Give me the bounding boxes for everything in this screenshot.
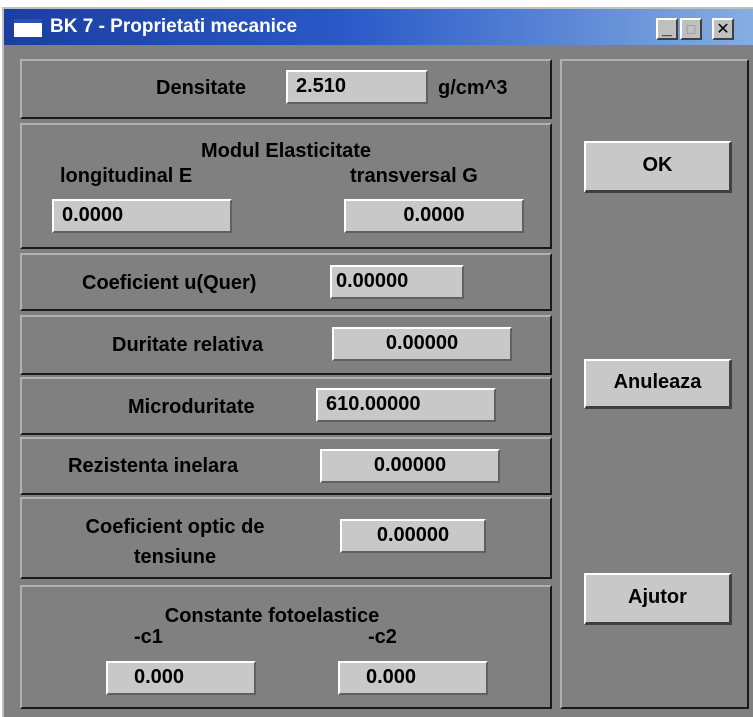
button-panel: OK Anuleaza Ajutor bbox=[560, 59, 749, 709]
minimize-button[interactable]: _ bbox=[656, 18, 678, 40]
elasticity-group: Modul Elasticitate longitudinal E transv… bbox=[20, 123, 552, 249]
ring-resistance-field[interactable]: 0.00000 bbox=[320, 449, 500, 483]
poisson-label: Coeficient u(Quer) bbox=[82, 272, 257, 294]
c1-label: -c1 bbox=[134, 626, 163, 648]
cancel-button[interactable]: Anuleaza bbox=[584, 359, 732, 409]
stress-optic-label-line2: tensiune bbox=[133, 546, 217, 568]
stress-optic-group: Coeficient optic de tensiune 0.00000 bbox=[20, 497, 552, 579]
microhardness-field[interactable]: 610.00000 bbox=[316, 388, 496, 422]
density-unit: g/cm^3 bbox=[438, 77, 508, 99]
relative-hardness-field[interactable]: 0.00000 bbox=[332, 327, 512, 361]
stress-optic-label-line1: Coeficient optic de bbox=[85, 516, 265, 538]
ring-resistance-label: Rezistenta inelara bbox=[68, 455, 239, 477]
window-icon bbox=[14, 19, 42, 37]
stress-optic-field[interactable]: 0.00000 bbox=[340, 519, 486, 553]
window-title: BK 7 - Proprietati mecanice bbox=[50, 16, 298, 37]
help-button[interactable]: Ajutor bbox=[584, 573, 732, 625]
transversal-label: transversal G bbox=[350, 165, 478, 187]
poisson-group: Coeficient u(Quer) 0.00000 bbox=[20, 253, 552, 311]
title-bar[interactable]: BK 7 - Proprietati mecanice _ □ ✕ bbox=[4, 9, 753, 45]
longitudinal-label: longitudinal E bbox=[60, 165, 193, 187]
c2-field[interactable]: 0.000 bbox=[338, 661, 488, 695]
density-field[interactable]: 2.510 bbox=[286, 70, 428, 104]
c2-label: -c2 bbox=[368, 626, 397, 648]
microhardness-label: Microduritate bbox=[128, 396, 255, 418]
photoelastic-title: Constante fotoelastice bbox=[164, 605, 380, 627]
close-button[interactable]: ✕ bbox=[712, 18, 734, 40]
density-group: Densitate 2.510 g/cm^3 bbox=[20, 59, 552, 119]
close-icon: ✕ bbox=[716, 21, 730, 38]
poisson-field[interactable]: 0.00000 bbox=[330, 265, 464, 299]
longitudinal-field[interactable]: 0.0000 bbox=[52, 199, 232, 233]
relative-hardness-label: Duritate relativa bbox=[112, 334, 264, 356]
relative-hardness-group: Duritate relativa 0.00000 bbox=[20, 315, 552, 375]
c1-field[interactable]: 0.000 bbox=[106, 661, 256, 695]
minimize-icon: _ bbox=[661, 18, 672, 38]
photoelastic-group: Constante fotoelastice -c1 -c2 0.000 0.0… bbox=[20, 585, 552, 709]
microhardness-group: Microduritate 610.00000 bbox=[20, 377, 552, 435]
transversal-field[interactable]: 0.0000 bbox=[344, 199, 524, 233]
density-label: Densitate bbox=[156, 77, 247, 99]
maximize-button[interactable]: □ bbox=[680, 18, 702, 40]
elasticity-title: Modul Elasticitate bbox=[200, 140, 372, 162]
dialog-window: BK 7 - Proprietati mecanice _ □ ✕ Densit… bbox=[2, 7, 753, 717]
ok-button[interactable]: OK bbox=[584, 141, 732, 193]
ring-resistance-group: Rezistenta inelara 0.00000 bbox=[20, 437, 552, 495]
maximize-icon: □ bbox=[686, 21, 696, 37]
